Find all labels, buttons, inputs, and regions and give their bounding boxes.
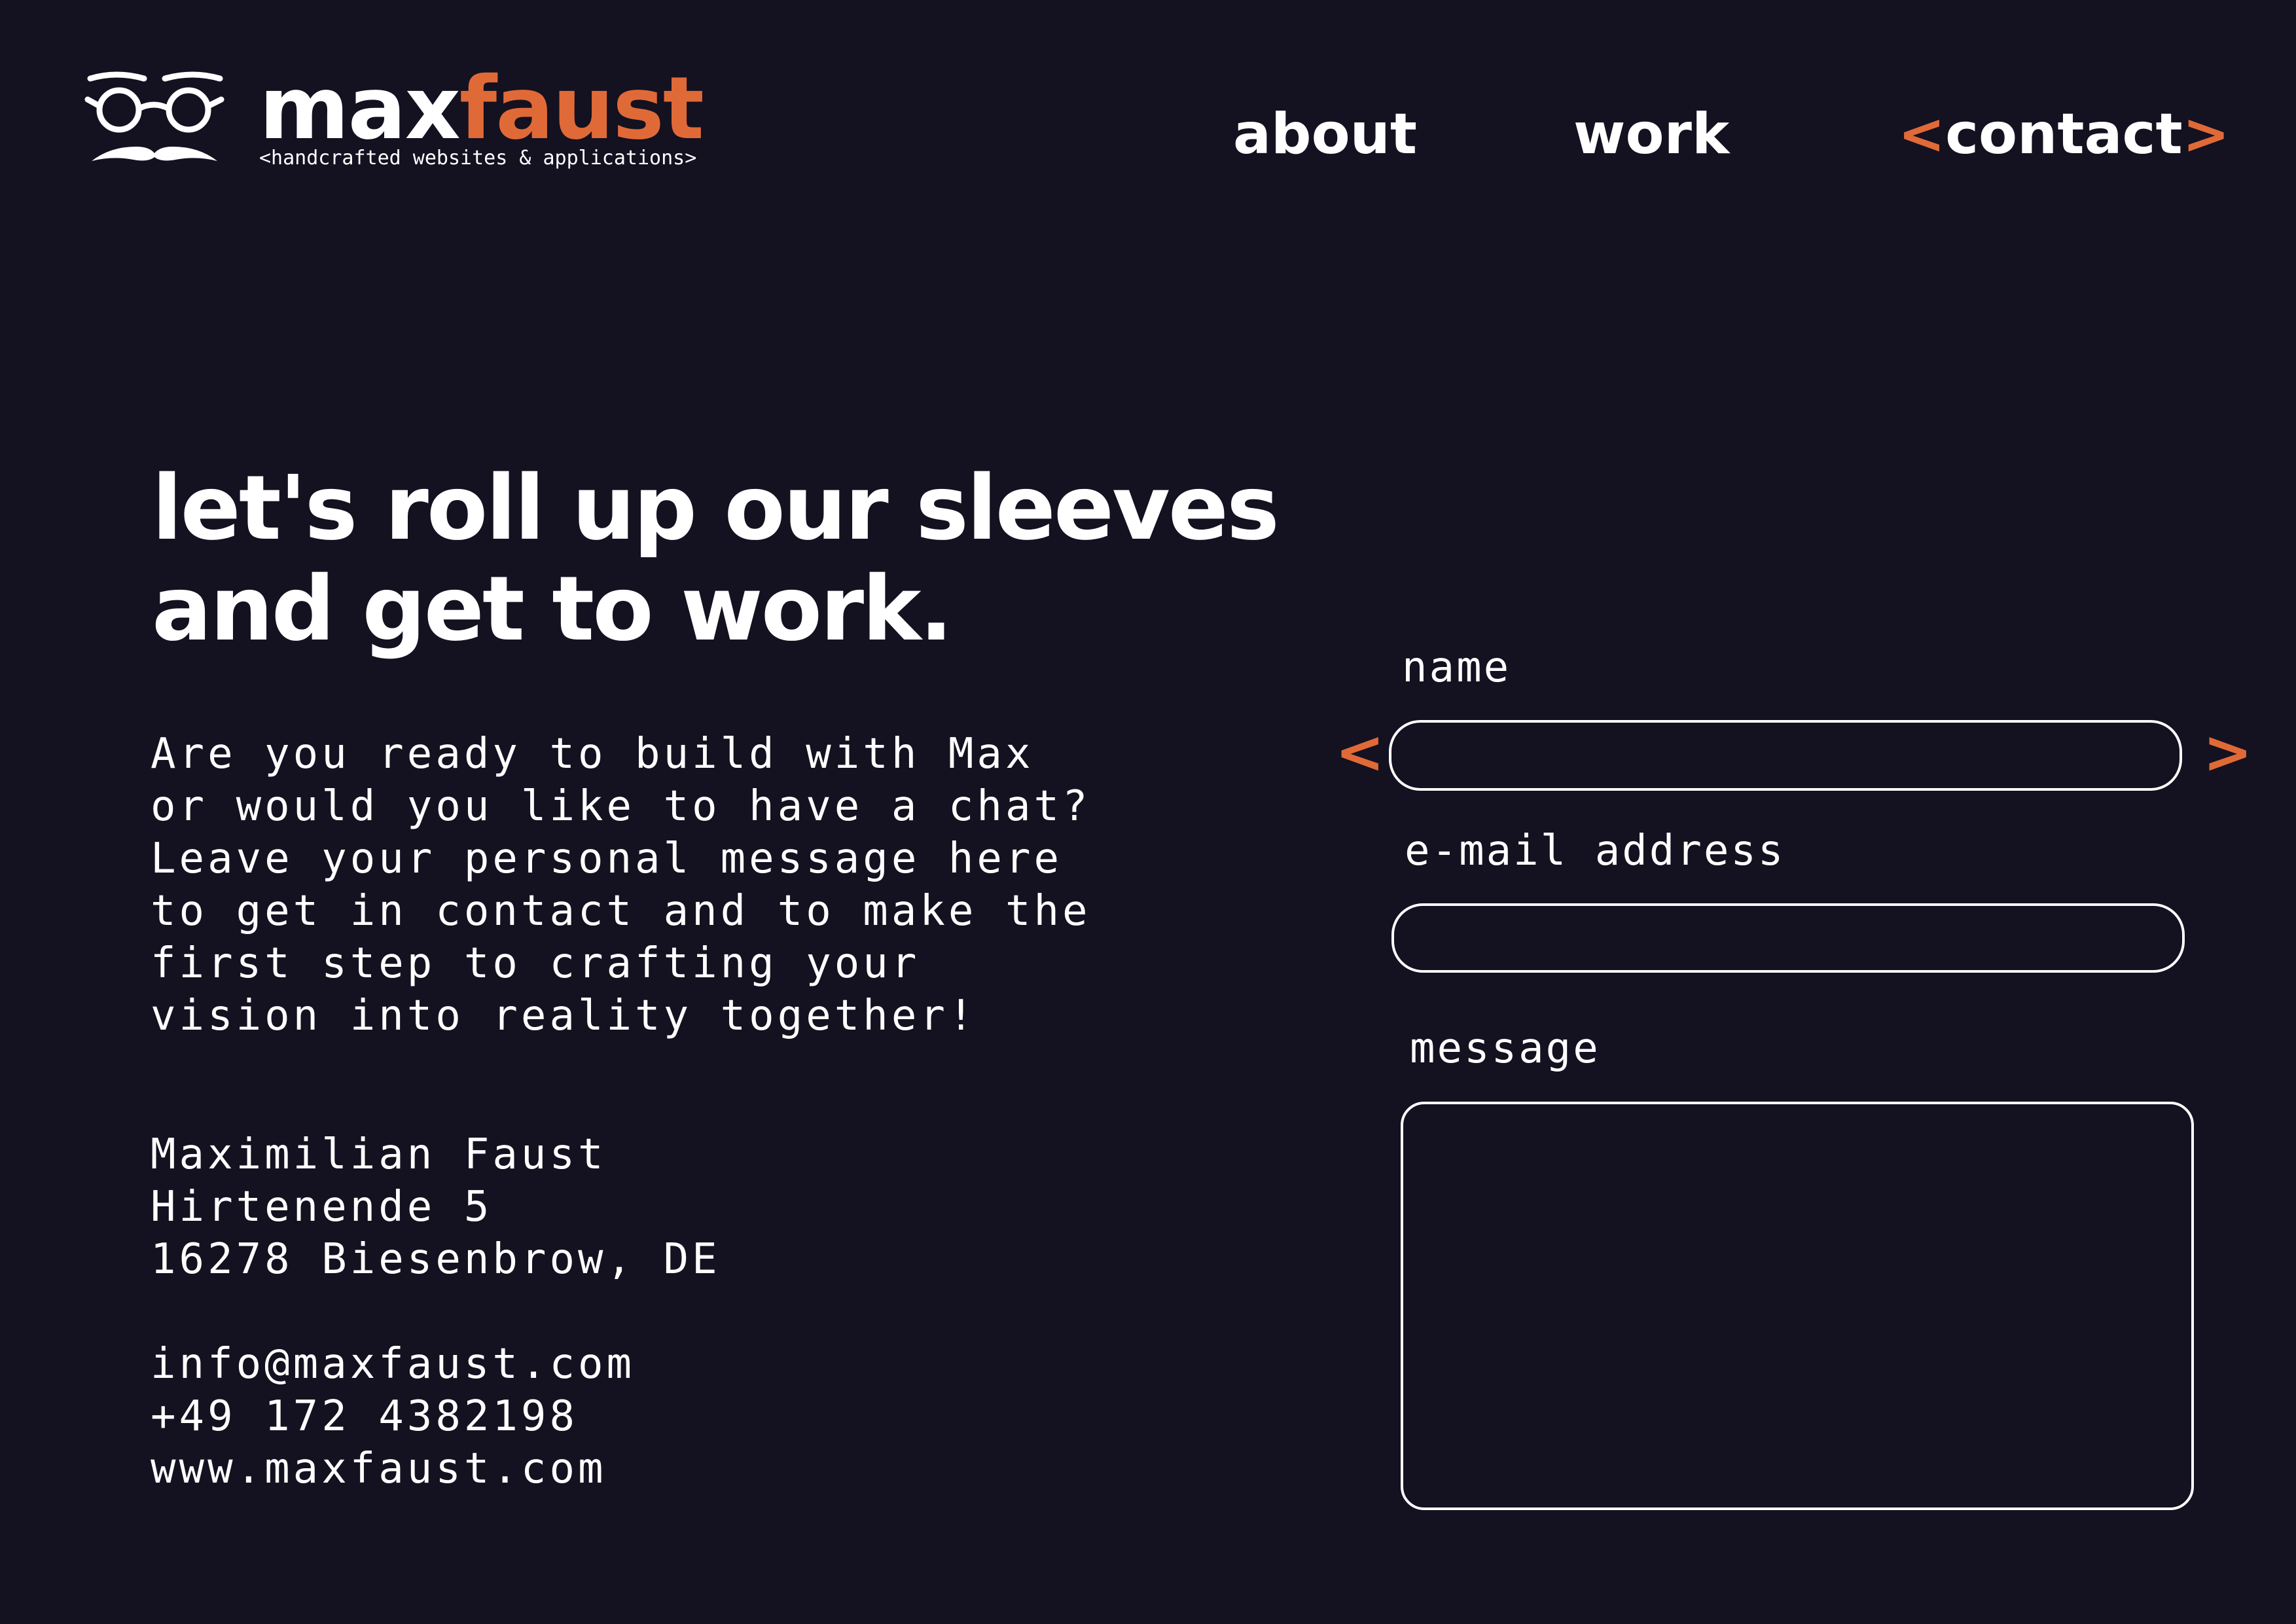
email-link[interactable]: info@maxfaust.com <box>151 1338 635 1390</box>
email-field[interactable] <box>1391 903 2185 973</box>
message-field[interactable] <box>1401 1102 2194 1510</box>
phone-link[interactable]: +49 172 4382198 <box>151 1390 635 1443</box>
intro-line: first step to crafting your <box>151 939 920 988</box>
message-label: message <box>1410 1024 1600 1073</box>
intro-line: or would you like to have a chat? <box>151 782 1091 831</box>
intro-line: Are you ready to build with Max <box>151 730 1034 778</box>
email-label: e-mail address <box>1405 827 1785 875</box>
page-title-line-2: and get to work. <box>152 558 953 661</box>
contact-page: maxfaust <handcrafted websites & applica… <box>0 0 2296 1624</box>
intro-line: Leave your personal message here <box>151 835 1062 883</box>
address-city: 16278 Biesenbrow, DE <box>151 1235 721 1284</box>
page-title: let's roll up our sleeves and get to wor… <box>152 457 1280 661</box>
postal-address: Maximilian Faust Hirtenende 5 16278 Bies… <box>151 1128 721 1286</box>
address-name: Maximilian Faust <box>151 1130 607 1179</box>
nav-contact-label: contact <box>1945 101 2183 167</box>
nav-contact-bracket-open: < <box>1898 101 1946 167</box>
nav-contact-bracket-close: > <box>2182 101 2230 167</box>
intro-line: to get in contact and to make the <box>151 887 1091 935</box>
name-label: name <box>1402 643 1511 692</box>
nav-link-contact[interactable]: <contact> <box>1898 98 2230 170</box>
intro-line: vision into reality together! <box>151 992 977 1040</box>
name-field[interactable] <box>1389 720 2182 791</box>
focus-chevron-left-icon: < <box>1335 718 1385 787</box>
main-nav: about work <contact> <box>0 98 2296 177</box>
focus-chevron-right-icon: > <box>2203 718 2253 787</box>
contact-details: info@maxfaust.com +49 172 4382198 www.ma… <box>151 1338 635 1495</box>
intro-text: Are you ready to build with Max or would… <box>151 728 1100 1042</box>
address-street: Hirtenende 5 <box>151 1183 493 1231</box>
page-title-line-1: let's roll up our sleeves <box>152 457 1280 560</box>
nav-link-work[interactable]: work <box>1573 98 1729 170</box>
nav-link-about[interactable]: about <box>1233 98 1417 170</box>
website-link[interactable]: www.maxfaust.com <box>151 1443 635 1495</box>
